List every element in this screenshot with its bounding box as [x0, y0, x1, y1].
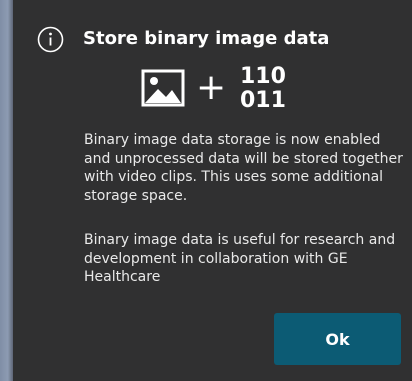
image-icon — [141, 69, 185, 107]
screen: Store binary image data + 110 011 Binary… — [0, 0, 412, 381]
info-circle-icon — [37, 26, 64, 53]
store-binary-data-dialog: Store binary image data + 110 011 Binary… — [13, 0, 412, 381]
dialog-title: Store binary image data — [83, 28, 330, 49]
ok-button[interactable]: Ok — [274, 313, 401, 365]
binary-image-graphic: + 110 011 — [141, 65, 301, 113]
plus-sign: + — [196, 67, 227, 108]
binary-line-1: 110 — [240, 64, 286, 89]
background-strip — [0, 0, 13, 381]
description-paragraph-1: Binary image data storage is now enabled… — [84, 132, 403, 204]
binary-line-2: 011 — [240, 88, 286, 113]
description-paragraph-2: Binary image data is useful for research… — [84, 232, 396, 285]
binary-digits: 110 011 — [240, 65, 286, 113]
